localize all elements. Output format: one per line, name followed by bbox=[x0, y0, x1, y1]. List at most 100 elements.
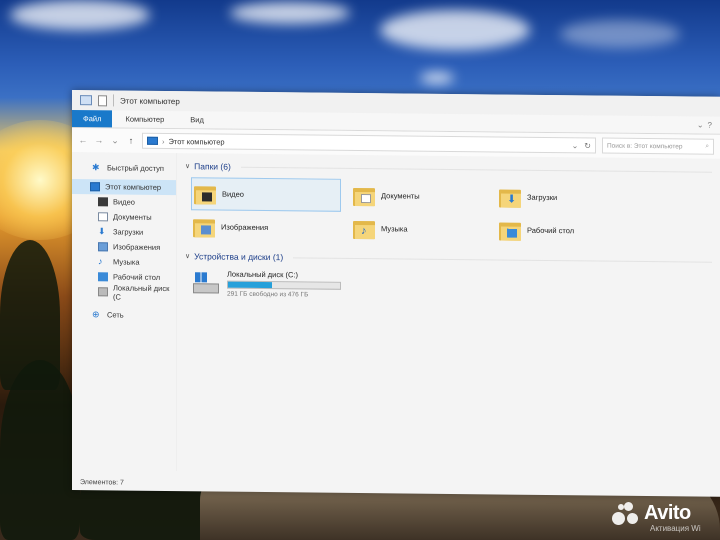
avito-logo-icon bbox=[612, 500, 640, 526]
drive-usage-fill bbox=[228, 281, 272, 289]
chevron-down-icon[interactable]: ⌄ bbox=[697, 121, 704, 130]
help-icon[interactable]: ? bbox=[708, 121, 712, 130]
refresh-icon[interactable]: ↻ bbox=[584, 141, 591, 150]
windows-drive-icon bbox=[193, 272, 219, 294]
tab-view[interactable]: Вид bbox=[177, 111, 217, 128]
drive-usage-bar bbox=[227, 280, 341, 290]
ribbon-controls: ⌄ ? bbox=[697, 117, 720, 134]
nav-item-documents[interactable]: Документы bbox=[72, 209, 176, 225]
folder-downloads[interactable]: ⬇ Загрузки bbox=[497, 180, 657, 215]
nav-label: Этот компьютер bbox=[105, 182, 162, 192]
activation-notice: Активация Wi bbox=[650, 524, 701, 533]
documents-icon bbox=[98, 212, 108, 222]
group-title: Устройства и диски (1) bbox=[194, 251, 284, 263]
nav-label: Быстрый доступ bbox=[107, 163, 164, 173]
network-icon: ⊕ bbox=[92, 309, 100, 320]
navigation-pane: ✱ Быстрый доступ Этот компьютер Видео До… bbox=[72, 152, 176, 471]
folder-pictures[interactable]: Изображения bbox=[191, 210, 351, 245]
nav-item-video[interactable]: Видео bbox=[72, 194, 176, 210]
music-folder-icon: ♪ bbox=[353, 218, 375, 239]
computer-icon bbox=[90, 182, 100, 192]
nav-label: Документы bbox=[113, 212, 152, 222]
nav-quick-access[interactable]: ✱ Быстрый доступ bbox=[72, 160, 176, 176]
cloud bbox=[420, 72, 454, 84]
chevron-down-icon[interactable]: ⌄ bbox=[572, 141, 579, 150]
window-title: Этот компьютер bbox=[120, 96, 180, 106]
nav-label: Рабочий стол bbox=[113, 272, 161, 282]
recent-icon[interactable]: ⌄ bbox=[110, 135, 120, 146]
group-title: Папки (6) bbox=[194, 161, 231, 172]
tab-computer[interactable]: Компьютер bbox=[112, 110, 177, 128]
desktop-folder-icon bbox=[499, 220, 521, 241]
folders-grid: Видео Документы ⬇ Загрузки Изображения ♪… bbox=[191, 177, 712, 248]
downloads-folder-icon: ⬇ bbox=[499, 187, 521, 208]
folder-label: Рабочий стол bbox=[527, 225, 575, 236]
drive-icon bbox=[98, 287, 108, 297]
divider bbox=[240, 166, 712, 173]
computer-icon bbox=[80, 95, 92, 106]
tab-file[interactable]: Файл bbox=[72, 110, 113, 128]
folder-label: Загрузки bbox=[527, 192, 558, 203]
nav-item-local-disk[interactable]: Локальный диск (С bbox=[72, 282, 176, 302]
main-area: ✱ Быстрый доступ Этот компьютер Видео До… bbox=[72, 152, 720, 477]
music-note-icon: ♪ bbox=[98, 256, 103, 267]
nav-label: Локальный диск (С bbox=[113, 282, 170, 302]
cloud bbox=[560, 20, 680, 48]
cloud bbox=[230, 2, 350, 24]
pictures-folder-icon bbox=[193, 217, 215, 237]
chevron-down-icon[interactable]: ∨ bbox=[185, 162, 190, 170]
breadcrumb-chevron-icon[interactable]: › bbox=[162, 136, 165, 145]
avito-brand: Avito bbox=[644, 501, 691, 524]
folder-label: Документы bbox=[381, 191, 420, 201]
folder-documents[interactable]: Документы bbox=[351, 179, 497, 214]
chevron-down-icon[interactable]: ∨ bbox=[185, 252, 190, 260]
properties-icon[interactable] bbox=[98, 94, 107, 106]
folder-desktop[interactable]: Рабочий стол bbox=[497, 213, 657, 248]
search-icon: ⌕ bbox=[705, 142, 709, 150]
content-pane: ∨ Папки (6) Видео Документы ⬇ Загрузки И… bbox=[176, 153, 720, 477]
folder-video[interactable]: Видео bbox=[191, 177, 341, 212]
search-input[interactable]: Поиск в: Этот компьютер ⌕ bbox=[602, 137, 714, 155]
nav-item-downloads[interactable]: ⬇ Загрузки bbox=[72, 224, 176, 240]
cloud bbox=[380, 10, 530, 50]
nav-item-pictures[interactable]: Изображения bbox=[72, 239, 176, 255]
drive-free-space: 291 ГБ свободно из 476 ГБ bbox=[227, 290, 309, 299]
pictures-icon bbox=[98, 242, 108, 252]
folder-label: Видео bbox=[222, 189, 244, 199]
explorer-window: Этот компьютер Файл Компьютер Вид ⌄ ? ← … bbox=[72, 90, 720, 497]
nav-label: Сеть bbox=[107, 310, 124, 320]
tree bbox=[0, 360, 80, 540]
devices-group-header[interactable]: ∨ Устройства и диски (1) bbox=[185, 249, 712, 269]
divider bbox=[293, 256, 712, 263]
nav-label: Музыка bbox=[113, 257, 140, 267]
drive-info: Локальный диск (C:) 291 ГБ свободно из 4… bbox=[227, 270, 341, 299]
nav-label: Загрузки bbox=[113, 227, 144, 237]
star-icon: ✱ bbox=[92, 162, 100, 173]
forward-icon[interactable]: → bbox=[94, 135, 104, 145]
back-icon[interactable]: ← bbox=[78, 135, 88, 145]
folder-label: Музыка bbox=[381, 224, 408, 234]
video-icon bbox=[98, 197, 108, 207]
up-icon[interactable]: ↑ bbox=[126, 136, 136, 146]
nav-this-pc[interactable]: Этот компьютер bbox=[72, 179, 176, 196]
desktop-icon bbox=[98, 272, 108, 282]
documents-folder-icon bbox=[353, 185, 375, 206]
nav-label: Видео bbox=[113, 197, 135, 207]
folder-music[interactable]: ♪ Музыка bbox=[351, 212, 497, 247]
drive-item[interactable]: Локальный диск (C:) 291 ГБ свободно из 4… bbox=[193, 269, 712, 302]
divider bbox=[113, 94, 114, 107]
download-arrow-icon: ⬇ bbox=[98, 226, 106, 237]
nav-network[interactable]: ⊕ Сеть bbox=[72, 307, 176, 323]
folders-group-header[interactable]: ∨ Папки (6) bbox=[185, 159, 712, 179]
computer-icon bbox=[147, 136, 158, 145]
search-placeholder: Поиск в: Этот компьютер bbox=[607, 142, 683, 150]
cloud bbox=[10, 0, 150, 30]
folder-label: Изображения bbox=[221, 222, 269, 233]
avito-watermark: Avito bbox=[612, 500, 691, 526]
drive-name: Локальный диск (C:) bbox=[227, 269, 298, 280]
breadcrumb[interactable]: Этот компьютер bbox=[169, 137, 225, 147]
nav-item-music[interactable]: ♪ Музыка bbox=[72, 254, 176, 270]
nav-label: Изображения bbox=[113, 242, 161, 252]
address-bar[interactable]: › Этот компьютер ⌄ ↻ bbox=[142, 132, 596, 154]
items-count: Элементов: 7 bbox=[80, 478, 124, 487]
